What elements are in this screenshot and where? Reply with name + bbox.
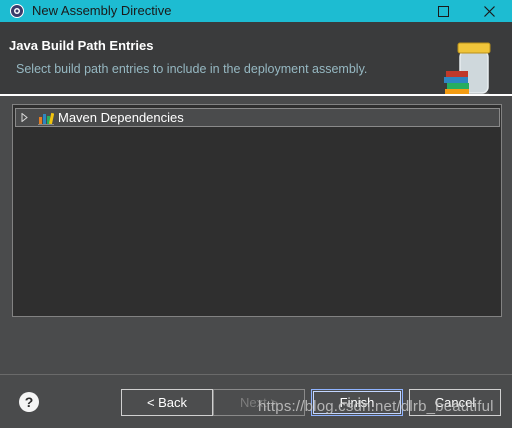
- finish-button[interactable]: Finish: [311, 389, 403, 416]
- next-button[interactable]: Next >: [213, 389, 305, 416]
- eclipse-app-icon: [10, 4, 24, 18]
- dialog-header: Java Build Path Entries Select build pat…: [0, 22, 512, 100]
- cancel-button[interactable]: Cancel: [409, 389, 501, 416]
- expand-arrow-icon[interactable]: [21, 113, 28, 122]
- build-path-entries-tree[interactable]: Maven Dependencies: [12, 104, 502, 317]
- back-button[interactable]: < Back: [121, 389, 213, 416]
- tree-item-label: Maven Dependencies: [58, 110, 184, 125]
- maximize-icon: [437, 5, 449, 17]
- page-description: Select build path entries to include in …: [16, 62, 368, 76]
- help-icon[interactable]: ?: [19, 392, 39, 412]
- dialog-footer: ? < Back Next > Finish Cancel https://bl…: [0, 375, 512, 428]
- window-titlebar[interactable]: New Assembly Directive: [0, 0, 512, 22]
- dialog-body: Maven Dependencies: [0, 96, 512, 374]
- close-icon: [483, 5, 495, 17]
- library-icon: [38, 112, 54, 125]
- maximize-button[interactable]: [420, 0, 466, 22]
- tree-item-maven-dependencies[interactable]: Maven Dependencies: [15, 108, 500, 127]
- window-title: New Assembly Directive: [32, 3, 172, 18]
- close-button[interactable]: [466, 0, 512, 22]
- page-title: Java Build Path Entries: [9, 38, 154, 53]
